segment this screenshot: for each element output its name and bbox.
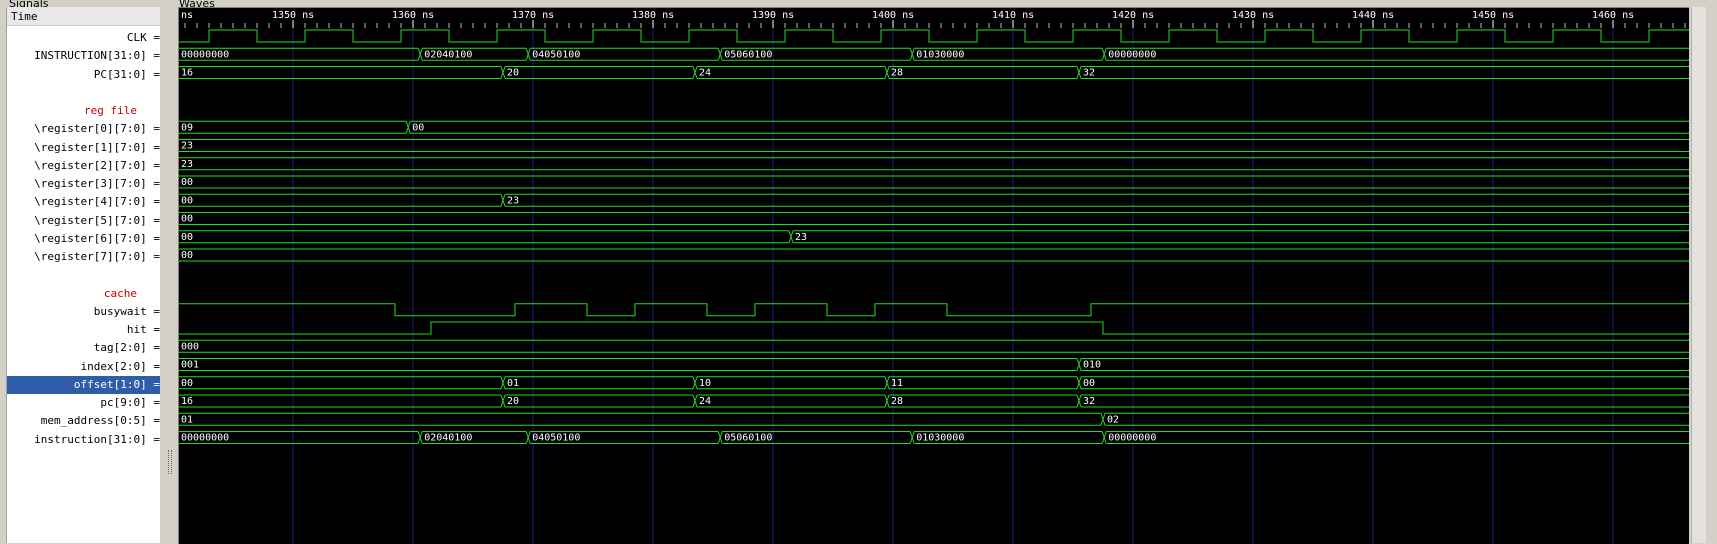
bus-value-label: 11	[891, 378, 903, 389]
bus-value-label: 05060100	[724, 49, 772, 60]
time-tick-label: 1450 ns	[1472, 10, 1514, 21]
time-tick-label: 1460 ns	[1592, 10, 1634, 21]
time-label: Time	[11, 10, 38, 23]
time-tick-label: 1420 ns	[1112, 10, 1154, 21]
signal-name[interactable]: tag[2:0] =	[94, 339, 161, 357]
bus-value-label: 00	[181, 232, 193, 243]
signal-name[interactable]: \register[7][7:0] =	[34, 248, 161, 266]
bus-value-label: 23	[795, 232, 807, 243]
bus-value-label: 000	[181, 341, 199, 352]
signal-group-label[interactable]: reg file	[84, 102, 161, 120]
signal-name[interactable]: \register[6][7:0] =	[34, 230, 161, 248]
signal-name[interactable]: \register[2][7:0] =	[34, 157, 161, 175]
bus-value-label: 28	[891, 396, 903, 407]
signal-name[interactable]: mem_address[0:5] =	[41, 412, 161, 430]
bus-value-label: 00	[181, 177, 193, 188]
bus-value-label: 01030000	[916, 49, 964, 60]
bus-value-label: 16	[181, 68, 193, 79]
bit-waveform	[179, 321, 1689, 335]
bus-value-label: 32	[1083, 68, 1095, 79]
signal-name[interactable]: PC[31:0] =	[94, 66, 161, 84]
signal-name[interactable]: index[2:0] =	[81, 358, 161, 376]
signal-name[interactable]: \register[4][7:0] =	[34, 193, 161, 211]
signal-name[interactable]: CLK =	[127, 29, 161, 47]
bus-value-label: 00	[1083, 378, 1095, 389]
signal-name[interactable]: instruction[31:0] =	[34, 431, 161, 449]
bit-waveform	[179, 303, 1689, 317]
bus-value-label: 00000000	[181, 49, 229, 60]
bus-value-label: 24	[699, 68, 711, 79]
bus-value-label: 00	[181, 250, 193, 261]
signal-name[interactable]: \register[1][7:0] =	[34, 139, 161, 157]
time-tick-label: 1390 ns	[752, 10, 794, 21]
bus-value-label: 16	[181, 396, 193, 407]
bus-value-label: 04050100	[532, 433, 580, 444]
signal-name[interactable]: \register[5][7:0] =	[34, 212, 161, 230]
bus-value-label: 10	[699, 378, 711, 389]
bus-value-label: 04050100	[532, 49, 580, 60]
signal-name[interactable]: \register[3][7:0] =	[34, 175, 161, 193]
bus-value-label: 00000000	[181, 433, 229, 444]
bus-value-label: 05060100	[724, 433, 772, 444]
bus-value-label: 32	[1083, 396, 1095, 407]
time-tick-label: 1440 ns	[1352, 10, 1394, 21]
bus-value-label: 02	[1107, 414, 1119, 425]
waves-panel[interactable]: ns 1350 ns 1360 ns 1370 ns 1380 ns 1390 ns 140…	[178, 7, 1689, 544]
signal-name[interactable]: offset[1:0] =	[7, 375, 161, 394]
bus-value-label: 24	[699, 396, 711, 407]
clk-waveform	[179, 29, 1689, 43]
signals-panel[interactable]: Time CLK = INSTRUCTION[31:0] = PC[31:0] = r…	[6, 7, 161, 543]
bus-value-label: 20	[507, 68, 519, 79]
signal-name[interactable]: busywait =	[94, 303, 161, 321]
signal-name[interactable]: \register[0][7:0] =	[34, 120, 161, 138]
time-header: Time	[7, 7, 161, 26]
time-tick-label: 1350 ns	[272, 10, 314, 21]
time-tick-label: 1380 ns	[632, 10, 674, 21]
pane-divider-grip[interactable]	[168, 450, 172, 474]
time-tick-label: 1400 ns	[872, 10, 914, 21]
bus-value-label: 00	[181, 214, 193, 225]
bus-value-label: 20	[507, 396, 519, 407]
signal-name[interactable]: hit =	[127, 321, 161, 339]
bus-value-label: 00	[181, 195, 193, 206]
time-start-label: ns	[181, 10, 193, 21]
bus-value-label: 02040100	[424, 433, 472, 444]
bus-value-label: 00	[181, 378, 193, 389]
signal-group-label[interactable]: cache	[104, 285, 161, 303]
bus-value-label: 00000000	[1108, 49, 1156, 60]
signal-name[interactable]: pc[9:0] =	[100, 394, 161, 412]
waveform-canvas[interactable]: ns 1350 ns 1360 ns 1370 ns 1380 ns 1390 ns 140…	[179, 8, 1689, 544]
bus-value-label: 00	[412, 122, 424, 133]
bus-value-label: 01	[507, 378, 519, 389]
bus-value-label: 23	[181, 159, 193, 170]
bus-value-label: 02040100	[424, 49, 472, 60]
bus-value-label: 010	[1083, 360, 1101, 371]
bus-value-label: 01030000	[916, 433, 964, 444]
bus-value-label: 23	[507, 195, 519, 206]
vertical-scrollbar[interactable]	[1691, 7, 1706, 543]
time-tick-label: 1430 ns	[1232, 10, 1274, 21]
bus-value-label: 09	[181, 122, 193, 133]
signal-name[interactable]: INSTRUCTION[31:0] =	[34, 47, 161, 65]
time-tick-label: 1370 ns	[512, 10, 554, 21]
bus-value-label: 28	[891, 68, 903, 79]
time-tick-label: 1360 ns	[392, 10, 434, 21]
bus-value-label: 00000000	[1108, 433, 1156, 444]
time-tick-label: 1410 ns	[992, 10, 1034, 21]
bus-value-label: 01	[181, 414, 193, 425]
bus-value-label: 23	[181, 141, 193, 152]
bus-value-label: 001	[181, 360, 199, 371]
